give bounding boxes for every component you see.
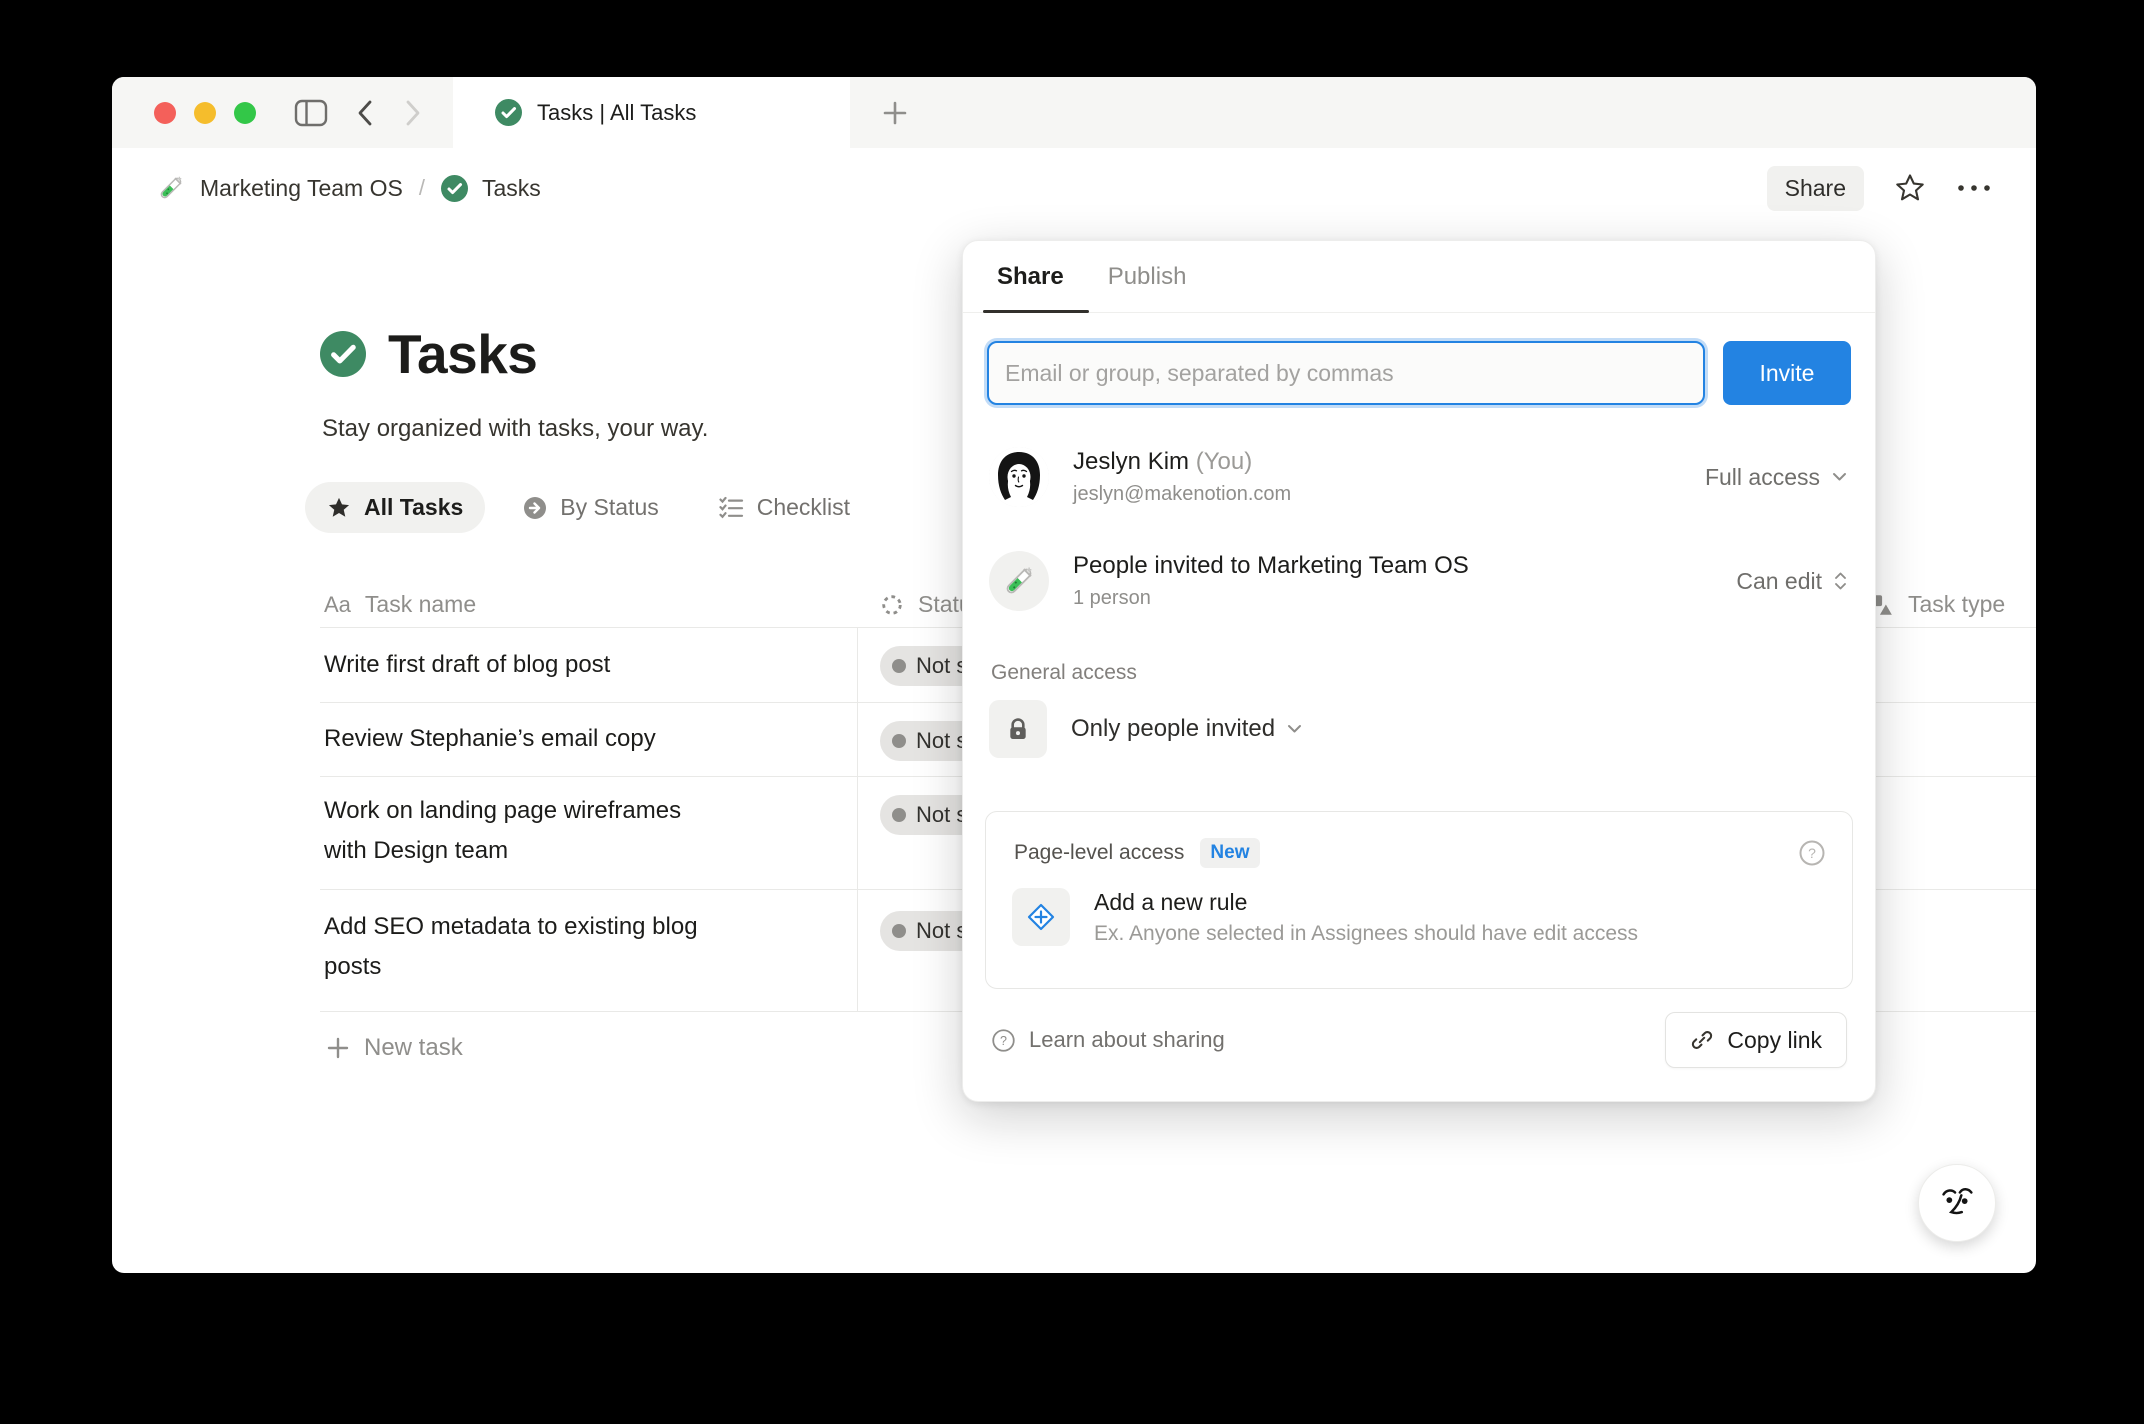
- general-access-dropdown[interactable]: Only people invited: [1071, 715, 1302, 743]
- group-meta: 1 person: [1073, 587, 1151, 609]
- board-arrow-icon: [523, 496, 547, 520]
- browser-tab-bar: Tasks | All Tasks: [112, 77, 2036, 148]
- view-tab-label: By Status: [560, 494, 659, 520]
- app-window: Tasks | All Tasks Marketing Team OS / Ta…: [112, 77, 2036, 1273]
- avatar: [989, 447, 1049, 507]
- group-name: People invited to Marketing Team OS: [1073, 552, 1469, 579]
- view-tab-all-tasks[interactable]: All Tasks: [305, 482, 486, 533]
- test-tube-icon: [156, 173, 186, 203]
- more-options-icon[interactable]: [1956, 183, 1992, 193]
- task-check-icon[interactable]: [320, 331, 366, 377]
- task-check-icon: [495, 99, 522, 126]
- plus-icon: [327, 1037, 349, 1059]
- sidebar-toggle-icon[interactable]: [294, 99, 328, 127]
- view-tab-label: Checklist: [756, 494, 851, 520]
- member-email: jeslyn@makenotion.com: [1073, 483, 1292, 505]
- member-name: Jeslyn Kim: [1073, 448, 1190, 475]
- page-level-access-title: Page-level access: [1014, 841, 1185, 864]
- page-level-access-box: Page-level access New ? Add a new rule E…: [985, 811, 1853, 989]
- member-row-group[interactable]: People invited to Marketing Team OS 1 pe…: [989, 537, 1847, 625]
- text-property-icon: Aa: [324, 591, 351, 617]
- learn-about-sharing-link[interactable]: ? Learn about sharing: [991, 1027, 1225, 1053]
- status-dot-icon: [892, 924, 906, 938]
- group-avatar: [989, 551, 1049, 611]
- svg-text:?: ?: [1808, 845, 1816, 861]
- general-access-label: General access: [991, 661, 1137, 684]
- status-spinner-icon: [882, 594, 902, 615]
- task-name-cell[interactable]: Work on landing page wireframes with Des…: [320, 777, 730, 891]
- breadcrumb-page[interactable]: Tasks: [482, 175, 541, 202]
- svg-text:?: ?: [1000, 1033, 1007, 1047]
- copy-link-button[interactable]: Copy link: [1665, 1012, 1847, 1068]
- task-name-cell[interactable]: Add SEO metadata to existing blog posts: [320, 890, 730, 1007]
- page-topbar: Marketing Team OS / Tasks Share: [112, 150, 2036, 226]
- back-icon[interactable]: [354, 98, 376, 128]
- tab-title: Tasks | All Tasks: [537, 99, 697, 125]
- traffic-lights: [154, 101, 256, 124]
- member-you-suffix: (You): [1195, 448, 1253, 475]
- breadcrumb: Marketing Team OS / Tasks: [156, 173, 541, 203]
- help-icon: ?: [992, 1028, 1015, 1052]
- tab-tasks-all-tasks[interactable]: Tasks | All Tasks: [453, 77, 850, 148]
- invite-button[interactable]: Invite: [1723, 341, 1851, 405]
- page-title: Tasks: [388, 323, 538, 385]
- status-dot-icon: [892, 808, 906, 822]
- view-tab-label: All Tasks: [364, 494, 464, 520]
- new-tab-button[interactable]: [874, 92, 916, 134]
- tab-share[interactable]: Share: [997, 263, 1064, 291]
- chevron-up-down-icon: [1835, 572, 1846, 590]
- task-name-cell[interactable]: Review Stephanie’s email copy: [320, 703, 656, 779]
- column-task-name[interactable]: Task name: [365, 591, 476, 618]
- share-button[interactable]: Share: [1766, 165, 1864, 211]
- share-dialog: Share Publish Invite Jeslyn Kim (You) je…: [962, 240, 1876, 1102]
- breadcrumb-workspace[interactable]: Marketing Team OS: [200, 175, 403, 202]
- checklist-icon: [719, 496, 744, 520]
- tab-publish[interactable]: Publish: [1108, 263, 1187, 291]
- share-dialog-tabs: Share Publish: [963, 241, 1875, 313]
- chevron-down-icon: [1833, 473, 1846, 481]
- chevron-down-icon: [1288, 725, 1302, 733]
- access-dropdown-can-edit[interactable]: Can edit: [1736, 568, 1847, 595]
- view-tabs: All Tasks By Status Checklist: [305, 482, 872, 533]
- notion-ai-face-button[interactable]: [1918, 1164, 1996, 1242]
- new-badge: New: [1200, 838, 1260, 868]
- minimize-window-button[interactable]: [194, 101, 216, 124]
- help-icon[interactable]: ?: [1798, 839, 1826, 867]
- face-icon: [1942, 1187, 1973, 1215]
- access-dropdown-full-access[interactable]: Full access: [1705, 464, 1847, 491]
- view-tab-checklist[interactable]: Checklist: [697, 482, 872, 533]
- view-tab-by-status[interactable]: By Status: [501, 482, 680, 533]
- status-dot-icon: [892, 659, 906, 673]
- active-tab-underline: [983, 310, 1089, 313]
- page-title-row: Tasks: [320, 322, 538, 386]
- task-name-cell[interactable]: Write first draft of blog post: [320, 628, 610, 705]
- member-row-jeslyn[interactable]: Jeslyn Kim (You) jeslyn@makenotion.com F…: [989, 437, 1847, 517]
- page-subtitle: Stay organized with tasks, your way.: [322, 415, 709, 442]
- close-window-button[interactable]: [154, 101, 176, 124]
- forward-icon[interactable]: [402, 98, 424, 128]
- add-rule-diamond-icon: [1012, 888, 1070, 946]
- add-rule-button[interactable]: Add a new rule Ex. Anyone selected in As…: [1012, 888, 1826, 946]
- task-check-icon: [440, 174, 468, 202]
- breadcrumb-separator: /: [418, 175, 425, 200]
- zoom-window-button[interactable]: [234, 101, 256, 124]
- status-dot-icon: [892, 734, 906, 748]
- lock-icon: [989, 700, 1047, 758]
- add-rule-title: Add a new rule: [1094, 888, 1248, 915]
- screenshot-canvas: Tasks | All Tasks Marketing Team OS / Ta…: [0, 0, 2144, 1424]
- invite-email-input[interactable]: [987, 341, 1705, 405]
- add-rule-description: Ex. Anyone selected in Assignees should …: [1094, 921, 1639, 945]
- link-icon: [1692, 1031, 1713, 1049]
- column-task-type[interactable]: Task type: [1868, 591, 2005, 618]
- favorite-star-icon[interactable]: [1894, 172, 1926, 204]
- star-icon: [327, 496, 351, 520]
- general-access-row[interactable]: Only people invited: [989, 693, 1847, 765]
